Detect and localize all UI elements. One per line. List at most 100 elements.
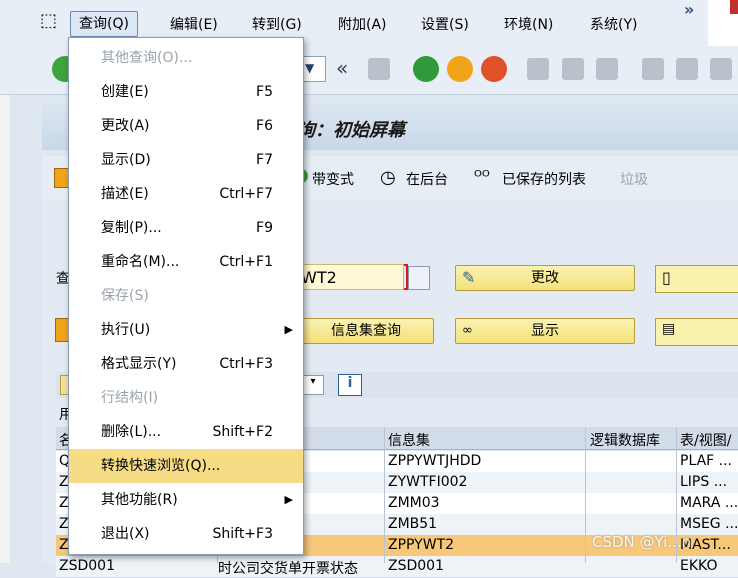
menu-item-label: 转换快速浏览(Q)... [101,458,221,474]
next-page-icon[interactable] [710,58,732,80]
menu-item-shortcut: Shift+F2 [212,424,273,440]
menu-settings[interactable]: 设置(S) [421,14,469,36]
menu-item-label: 复制(P)... [101,220,162,236]
exit-icon[interactable] [447,56,473,82]
create-button[interactable]: ▯ [655,265,738,293]
menu-item-shortcut: F9 [256,220,273,236]
table-row[interactable]: ZSD001 时公司交货单开票状态 ZSD001 EKKO [56,556,738,578]
collapse-icon[interactable]: « [336,56,348,80]
new-document-icon: ▯ [662,268,671,287]
menu-item-shortcut: Ctrl+F7 [219,186,273,202]
previous-page-icon[interactable] [676,58,698,80]
cancel-icon[interactable] [481,56,507,82]
find-icon[interactable] [562,58,584,80]
menu-item-shortcut: Shift+F3 [212,526,273,542]
save-icon[interactable] [368,58,390,80]
menu-item: 其他查询(O)... [69,41,303,75]
with-variant-button[interactable]: 带变式 [312,169,354,189]
menu-item: 行结构(I) [69,381,303,415]
col-header-infoset[interactable]: 信息集 [388,430,430,450]
back-icon[interactable] [413,56,439,82]
query-menu-dropdown: 其他查询(O)... 创建(E) F5 更改(A) F6 显示(D) F7 描述(E) Ctrl… [68,37,304,555]
menu-overflow[interactable]: » [684,0,694,19]
glasses-icon: ∞ [462,323,473,338]
menu-item[interactable]: 删除(L)... Shift+F2 [69,415,303,449]
print-icon[interactable] [527,58,549,80]
column-separator [585,427,586,563]
submenu-arrow-icon: ▶ [284,493,293,506]
menu-goto[interactable]: 转到(G) [252,14,302,36]
menu-item-label: 其他查询(O)... [101,50,193,66]
menu-item-label: 更改(A) [101,118,150,134]
menu-item[interactable]: 格式显示(Y) Ctrl+F3 [69,347,303,381]
table-cell: ZYWTFI002 [388,474,468,490]
window-menu-icon[interactable]: ⬚ [40,10,57,31]
search-help-icon[interactable] [408,266,430,290]
menu-item-label: 显示(D) [101,152,151,168]
menu-item-label: 创建(E) [101,84,149,100]
table-cell: ZSD001 [388,558,444,574]
find-next-icon[interactable] [596,58,618,80]
table-cell: ZMB51 [388,516,438,532]
screen-title: 询：初始屏幕 [297,120,405,141]
info-icon[interactable]: i [338,374,362,396]
menu-item-label: 退出(X) [101,526,150,542]
menu-item[interactable]: 其他功能(R) ▶ [69,483,303,517]
description-icon: ▤ [662,321,676,337]
menu-item-shortcut: Ctrl+F3 [219,356,273,372]
menu-item[interactable]: 创建(E) F5 [69,75,303,109]
menu-item[interactable]: 复制(P)... F9 [69,211,303,245]
menu-extras[interactable]: 附加(A) [338,14,387,36]
col-header-tables[interactable]: 表/视图/ [680,430,731,450]
menu-item[interactable]: 退出(X) Shift+F3 [69,517,303,551]
display-button[interactable]: ∞ 显示 [455,318,635,344]
menu-item[interactable]: 重命名(M)... Ctrl+F1 [69,245,303,279]
menu-system[interactable]: 系统(Y) [590,14,637,36]
clock-icon[interactable]: ◷ [380,167,396,188]
description-button[interactable]: ▤ [655,318,738,346]
menu-item-shortcut: F7 [256,152,273,168]
table-cell: MARA ... [680,495,738,511]
menu-item-label: 执行(U) [101,322,151,338]
glasses-icon[interactable]: ᴼᴼ [474,167,490,186]
menu-item[interactable]: 更改(A) F6 [69,109,303,143]
table-cell: EKKO [680,558,718,574]
table-cell: 时公司交货单开票状态 [218,561,358,577]
menu-item[interactable]: 描述(E) Ctrl+F7 [69,177,303,211]
menu-item[interactable]: 显示(D) F7 [69,143,303,177]
table-cell: ZPPYWT2 [388,537,455,553]
in-background-button[interactable]: 在后台 [406,169,448,189]
table-cell: PLAF ... [680,453,732,469]
menu-item[interactable]: 执行(U) ▶ [69,313,303,347]
menu-edit[interactable]: 编辑(E) [170,14,218,36]
table-cell: ZMM03 [388,495,440,511]
menu-environment[interactable]: 环境(N) [504,14,553,36]
saved-lists-button[interactable]: 已保存的列表 [502,169,586,189]
query-input[interactable]: WT2 [294,264,404,290]
menu-item-label: 保存(S) [101,288,149,304]
layout-dropdown-icon[interactable]: ▾ [302,375,324,395]
infoset-query-button[interactable]: 信息集查询 [298,318,434,344]
first-page-icon[interactable] [642,58,664,80]
display-button-label: 显示 [531,323,559,339]
close-icon[interactable] [730,0,738,14]
menu-query[interactable]: 查询(Q) [70,11,138,37]
column-separator [384,427,385,563]
col-header-logical-db[interactable]: 逻辑数据库 [590,430,660,450]
menu-item[interactable]: 转换快速浏览(Q)... [69,449,303,483]
change-button[interactable]: ✎ 更改 [455,265,635,291]
pencil-icon: ✎ [462,268,476,287]
table-cell: ZSD001 [59,558,115,574]
table-cell: ZPPYWTJHDD [388,453,482,469]
menu-item-shortcut: Ctrl+F1 [219,254,273,270]
menu-item-shortcut: F6 [256,118,273,134]
menu-item-label: 行结构(I) [101,390,159,406]
menu-item-label: 描述(E) [101,186,149,202]
trash-button[interactable]: 垃圾 [620,169,648,189]
watermark: CSDN @Yi...n [592,533,692,551]
table-cell: LIPS ... [680,474,728,490]
menu-item-label: 其他功能(R) [101,492,178,508]
infoset-query-label: 信息集查询 [331,323,401,339]
menu-item-label: 删除(L)... [101,424,162,440]
menu-item-label: 格式显示(Y) [101,356,177,372]
